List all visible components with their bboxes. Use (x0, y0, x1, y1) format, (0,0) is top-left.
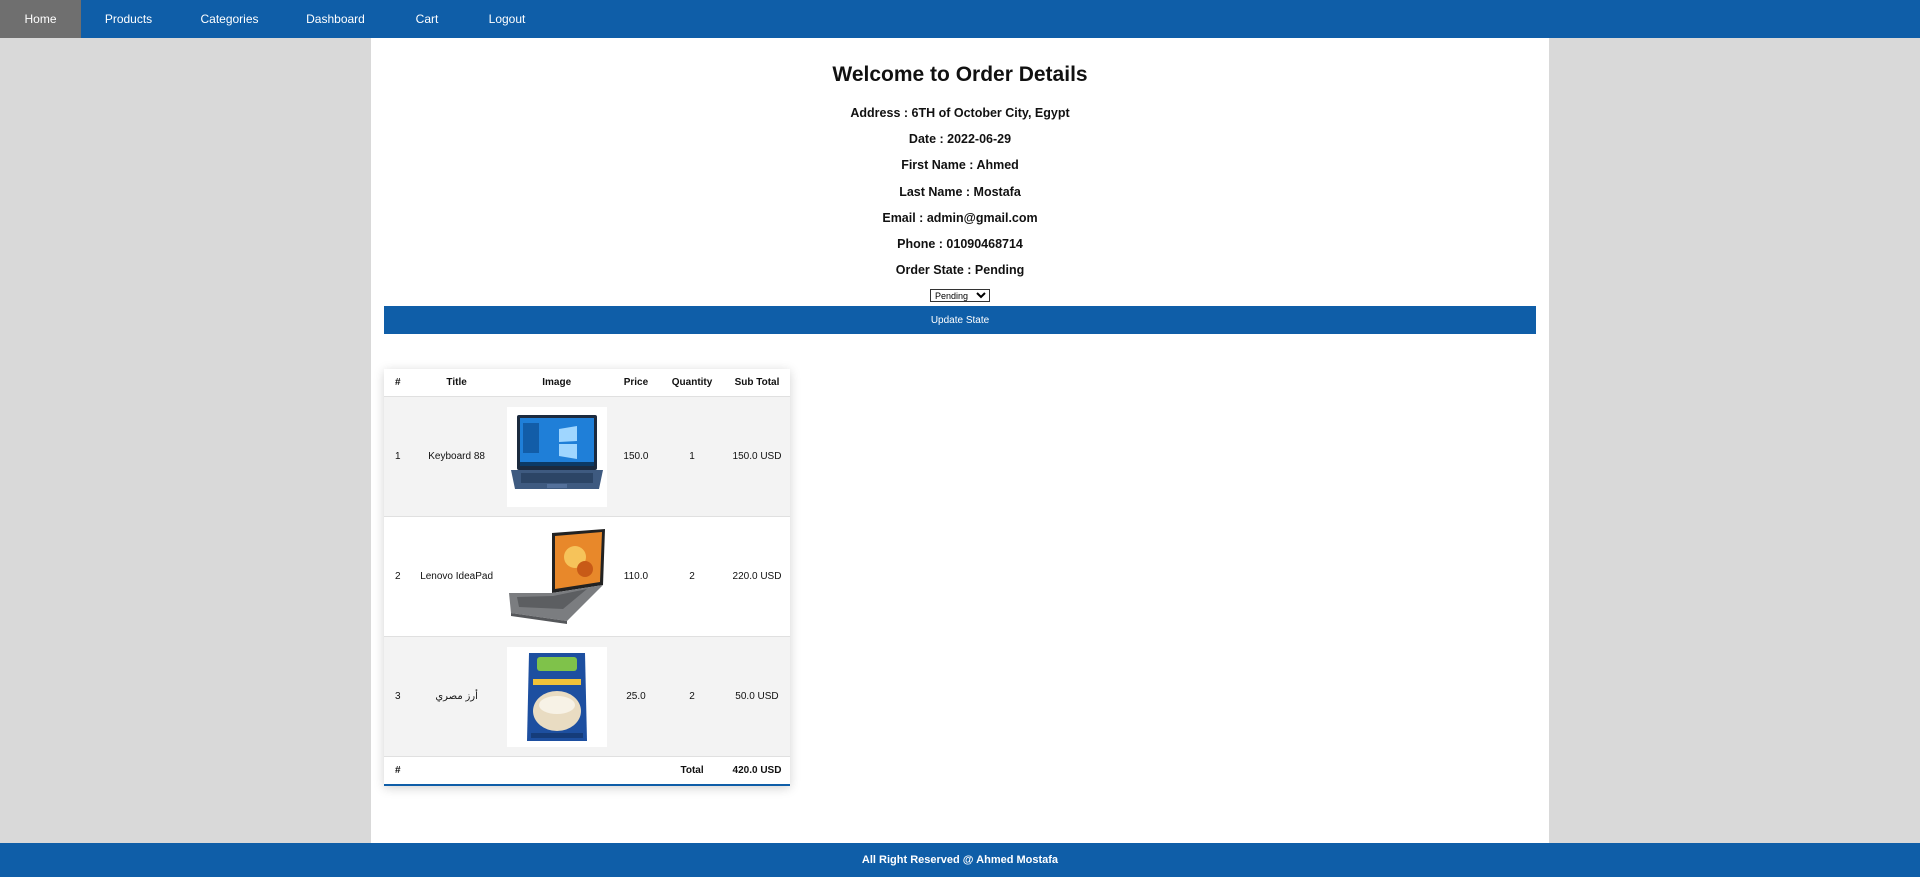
row-image-cell (501, 636, 612, 757)
laptop-grey-orange-screen-image (506, 526, 607, 627)
row-price: 150.0 (611, 396, 661, 517)
total-value: 420.0 USD (723, 756, 790, 786)
customer-phone: Phone : 01090468714 (897, 236, 1023, 251)
row-number: 1 (384, 396, 412, 517)
laptop-blue-windows-image (506, 406, 607, 507)
row-image-cell (501, 516, 612, 637)
nav-logout-link[interactable]: Logout (466, 0, 548, 38)
nav-products-link[interactable]: Products (81, 0, 176, 38)
column-header-quantity: Quantity (671, 377, 713, 388)
order-details-panel: Welcome to Order Details Address : 6TH o… (371, 38, 1549, 843)
nav-categories-link[interactable]: Categories (176, 0, 283, 38)
page-title: Welcome to Order Details (832, 63, 1088, 86)
update-state-button[interactable]: Update State (384, 306, 1536, 334)
column-header-subtotal: Sub Total (734, 377, 780, 388)
page-footer: All Right Reserved @ Ahmed Mostafa (0, 843, 1920, 877)
row-quantity: 2 (660, 636, 724, 757)
row-number: 2 (384, 516, 412, 637)
table-row: 1 Keyboard 88 150.0 1 150.0 USD (384, 396, 790, 517)
total-row-number: # (384, 756, 412, 786)
row-subtotal: 220.0 USD (723, 516, 790, 637)
customer-email: Email : admin@gmail.com (882, 210, 1038, 225)
nav-dashboard-link[interactable]: Dashboard (283, 0, 388, 38)
column-header-price: Price (623, 377, 649, 388)
table-total-row: # Total 420.0 USD (384, 756, 790, 786)
order-date: Date : 2022-06-29 (908, 132, 1012, 147)
row-title: Lenovo IdeaPad (411, 516, 502, 637)
table-row: 2 Lenovo IdeaPad 110.0 2 220.0 USD (384, 516, 790, 637)
order-info: Address : 6TH of October City, Egypt Dat… (371, 100, 1549, 283)
row-subtotal: 150.0 USD (723, 396, 790, 517)
column-header-number: # (394, 377, 401, 388)
column-header-title: Title (446, 377, 467, 388)
column-header-image: Image (542, 377, 572, 388)
nav-home-link[interactable]: Home (0, 0, 81, 38)
row-number: 3 (384, 636, 412, 757)
top-navbar: Home Products Categories Dashboard Cart … (0, 0, 1920, 38)
row-title: أرز مصري (411, 636, 502, 757)
row-quantity: 2 (660, 516, 724, 637)
row-image-cell (501, 396, 612, 517)
row-title: Keyboard 88 (411, 396, 502, 517)
order-address: Address : 6TH of October City, Egypt (850, 106, 1070, 120)
row-price: 110.0 (611, 516, 661, 637)
total-label: Total (660, 756, 724, 786)
order-state-select[interactable]: Pending (930, 289, 990, 302)
order-state: Order State : Pending (895, 263, 1025, 278)
rice-bag-image (506, 646, 607, 747)
nav-cart-link[interactable]: Cart (388, 0, 466, 38)
row-subtotal: 50.0 USD (723, 636, 790, 757)
customer-first-name: First Name : Ahmed (901, 158, 1019, 173)
table-row: 3 أرز مصري 25.0 2 50.0 USD (384, 636, 790, 757)
customer-last-name: Last Name : Mostafa (899, 184, 1021, 199)
table-header-row: # Title Image Price Quantity Sub Total (384, 369, 790, 397)
row-quantity: 1 (660, 396, 724, 517)
row-price: 25.0 (611, 636, 661, 757)
order-items-table: # Title Image Price Quantity Sub Total 1… (384, 369, 790, 786)
